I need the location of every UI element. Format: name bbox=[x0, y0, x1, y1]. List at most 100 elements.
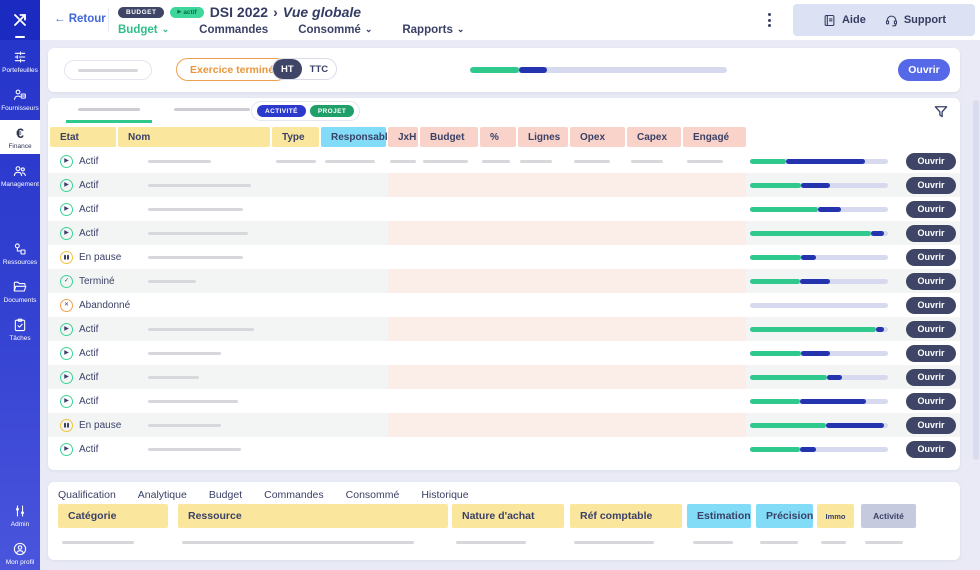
table-row[interactable]: ▶Actif Ouvrir bbox=[48, 365, 960, 389]
scrollbar[interactable] bbox=[973, 100, 979, 460]
table-row[interactable]: ▶ActifOuvrir bbox=[48, 317, 960, 341]
column-header-etat[interactable]: Etat bbox=[50, 127, 116, 147]
tab-skeleton[interactable] bbox=[174, 98, 250, 123]
status-actif-icon: ▶ bbox=[60, 371, 73, 384]
menu-item-rapports[interactable]: Rapports⌄ bbox=[402, 24, 464, 36]
toggle-ttc[interactable]: TTC bbox=[302, 59, 336, 79]
open-row-button[interactable]: Ouvrir bbox=[906, 297, 956, 314]
status-actif-icon: ▶ bbox=[60, 347, 73, 360]
detail-tab-consomm[interactable]: Consommé bbox=[346, 489, 400, 504]
chevron-down-icon: ⌄ bbox=[457, 26, 465, 32]
table-row[interactable]: ▶Actif Ouvrir bbox=[48, 437, 960, 461]
progress-green-segment bbox=[750, 351, 801, 356]
table-row[interactable]: ▶Actif Ouvrir bbox=[48, 197, 960, 221]
detail-tab-budget[interactable]: Budget bbox=[209, 489, 242, 504]
open-row-button[interactable]: Ouvrir bbox=[906, 441, 956, 458]
status-cell: ▶Actif bbox=[60, 173, 98, 197]
open-row-button[interactable]: Ouvrir bbox=[906, 177, 956, 194]
status-cell: ▶Actif bbox=[60, 365, 98, 389]
table-row[interactable]: ▶ActifOuvrir bbox=[48, 341, 960, 365]
detail-column-header-catégorie[interactable]: Catégorie bbox=[58, 504, 168, 528]
toggle-ht[interactable]: HT bbox=[273, 59, 302, 79]
status-cell: ▶Actif bbox=[60, 437, 98, 461]
table-row[interactable]: ✓TerminéOuvrir bbox=[48, 269, 960, 293]
summary-progress-bar bbox=[470, 67, 727, 73]
status-label: Actif bbox=[79, 204, 98, 215]
name-skeleton bbox=[148, 376, 199, 379]
row-progress-bar bbox=[750, 207, 888, 212]
column-header-jxh[interactable]: JxH bbox=[388, 127, 418, 147]
detail-tab-commandes[interactable]: Commandes bbox=[264, 489, 324, 504]
column-header-nom[interactable]: Nom bbox=[118, 127, 270, 147]
filter-icon[interactable] bbox=[932, 103, 950, 121]
column-header-responsable[interactable]: Responsable bbox=[321, 127, 386, 147]
open-row-button[interactable]: Ouvrir bbox=[906, 201, 956, 218]
detail-cell-skeleton bbox=[62, 541, 134, 544]
table-row[interactable]: ▶ActifOuvrir bbox=[48, 221, 960, 245]
row-progress-bar bbox=[750, 255, 888, 260]
sidebar-item-admin[interactable]: Admin bbox=[0, 498, 40, 532]
detail-column-header-ressource[interactable]: Ressource bbox=[178, 504, 448, 528]
sidebar-item-documents[interactable]: Documents bbox=[0, 274, 40, 308]
table-row[interactable]: ▶ActifOuvrir bbox=[48, 149, 960, 173]
detail-tab-historique[interactable]: Historique bbox=[421, 489, 468, 504]
column-header-type[interactable]: Type bbox=[272, 127, 319, 147]
table-row[interactable]: ▶ActifOuvrir bbox=[48, 389, 960, 413]
detail-column-header-précision[interactable]: Précision bbox=[756, 504, 813, 528]
open-row-button[interactable]: Ouvrir bbox=[906, 345, 956, 362]
column-header-lignes[interactable]: Lignes bbox=[518, 127, 568, 147]
help-button[interactable]: Aide bbox=[822, 13, 866, 28]
sidebar-item-taches[interactable]: Tâches bbox=[0, 312, 40, 346]
detail-tab-qualification[interactable]: Qualification bbox=[58, 489, 116, 504]
sidebar-item-fournisseurs[interactable]: Fournisseurs bbox=[0, 82, 40, 116]
badge-projet[interactable]: PROJET bbox=[310, 105, 354, 117]
column-header-%[interactable]: % bbox=[480, 127, 516, 147]
open-row-button[interactable]: Ouvrir bbox=[906, 321, 956, 338]
summary-skeleton-field bbox=[64, 60, 152, 80]
table-row[interactable]: ▶Actif Ouvrir bbox=[48, 173, 960, 197]
column-header-engag[interactable]: Engagé bbox=[683, 127, 746, 147]
table-row[interactable]: ✕AbandonnéOuvrir bbox=[48, 293, 960, 317]
sidebar-item-management[interactable]: Management bbox=[0, 158, 40, 192]
menu-item-consomm[interactable]: Consommé⌄ bbox=[298, 24, 372, 36]
menu-item-commandes[interactable]: Commandes bbox=[199, 24, 268, 36]
table-row[interactable]: En pauseOuvrir bbox=[48, 413, 960, 437]
open-row-button[interactable]: Ouvrir bbox=[906, 153, 956, 170]
detail-column-header-naturedachat[interactable]: Nature d'achat bbox=[452, 504, 564, 528]
column-header-opex[interactable]: Opex bbox=[570, 127, 625, 147]
open-row-button[interactable]: Ouvrir bbox=[906, 225, 956, 242]
app-logo[interactable] bbox=[0, 0, 40, 40]
progress-navy-segment bbox=[876, 327, 884, 332]
tab-skeleton-active[interactable] bbox=[66, 98, 152, 123]
collapse-handle[interactable] bbox=[15, 36, 25, 38]
summary-card: Exercice terminé HT TTC Ouvrir bbox=[48, 48, 960, 92]
detail-tab-analytique[interactable]: Analytique bbox=[138, 489, 187, 504]
support-button[interactable]: Support bbox=[884, 13, 946, 28]
sidebar-item-mon-profil[interactable]: Mon profil bbox=[0, 536, 40, 570]
detail-column-header-immo[interactable]: Immo bbox=[817, 504, 854, 528]
name-skeleton bbox=[148, 184, 251, 187]
status-cell: ▶Actif bbox=[60, 197, 98, 221]
table-row[interactable]: En pauseOuvrir bbox=[48, 245, 960, 269]
detail-column-header-activité[interactable]: Activité bbox=[861, 504, 916, 528]
back-button[interactable]: ← Retour bbox=[54, 13, 106, 25]
badge-activite[interactable]: ACTIVITÉ bbox=[257, 105, 306, 117]
sidebar-item-finance[interactable]: €Finance bbox=[0, 120, 40, 154]
kebab-menu-icon[interactable] bbox=[762, 10, 776, 30]
column-header-budget[interactable]: Budget bbox=[420, 127, 478, 147]
open-row-button[interactable]: Ouvrir bbox=[906, 369, 956, 386]
detail-column-header-estimation[interactable]: Estimation bbox=[687, 504, 751, 528]
column-header-capex[interactable]: Capex bbox=[627, 127, 681, 147]
detail-column-header-réfcomptable[interactable]: Réf comptable bbox=[570, 504, 682, 528]
open-row-button[interactable]: Ouvrir bbox=[906, 417, 956, 434]
cell-skeleton bbox=[687, 160, 723, 163]
sidebar-item-ressources[interactable]: Ressources bbox=[0, 236, 40, 270]
cell-skeleton bbox=[276, 160, 316, 163]
open-row-button[interactable]: Ouvrir bbox=[906, 393, 956, 410]
sidebar-item-label: Management bbox=[1, 181, 39, 188]
open-exercise-button[interactable]: Ouvrir bbox=[898, 59, 950, 81]
menu-item-budget[interactable]: Budget⌄ bbox=[118, 24, 169, 36]
open-row-button[interactable]: Ouvrir bbox=[906, 249, 956, 266]
open-row-button[interactable]: Ouvrir bbox=[906, 273, 956, 290]
sidebar-item-portefeuilles[interactable]: Portefeuilles bbox=[0, 44, 40, 78]
